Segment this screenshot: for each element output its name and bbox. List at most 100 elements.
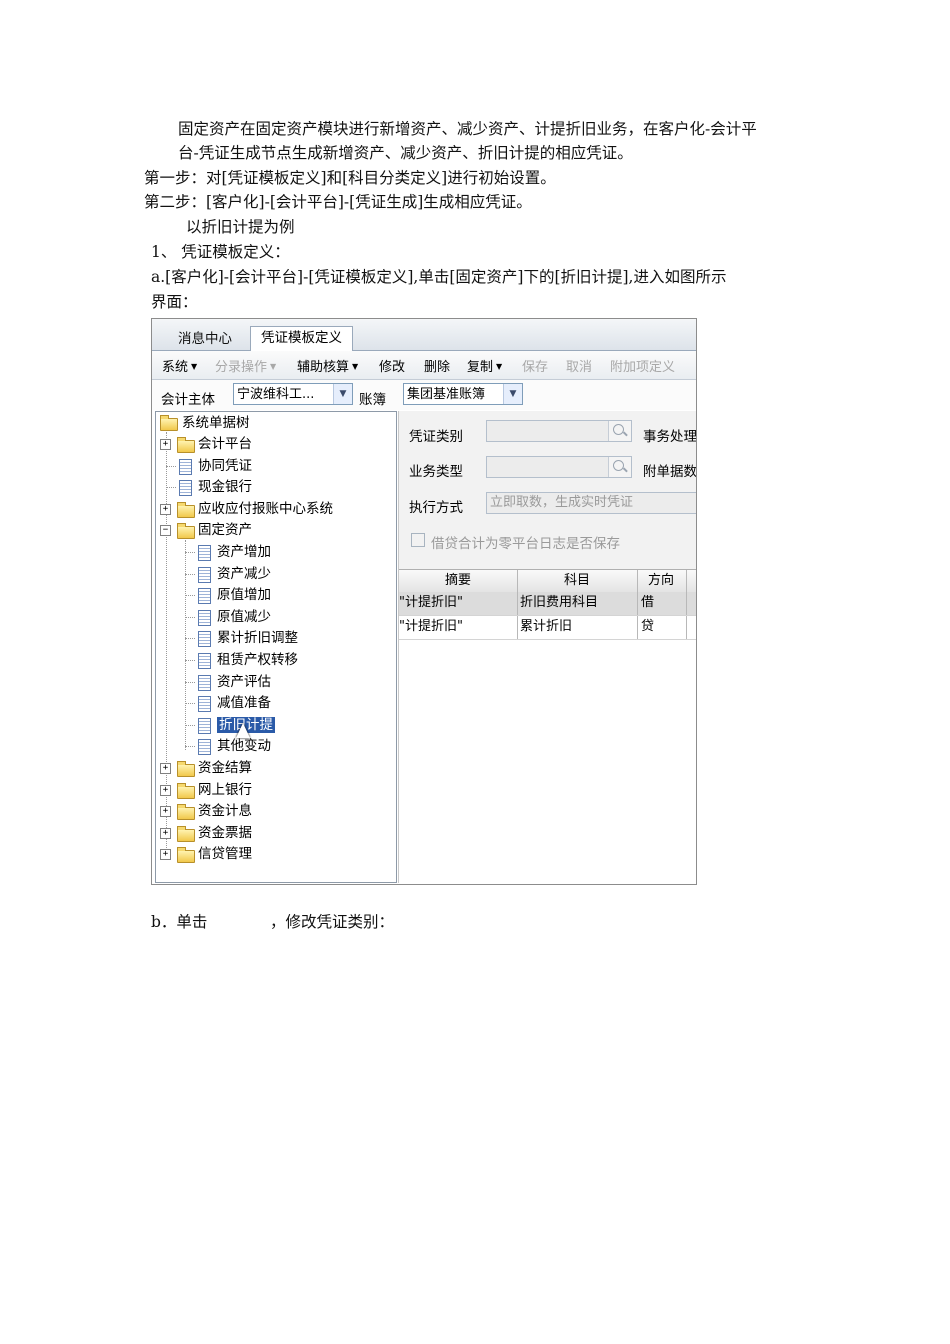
document-tree[interactable]: 系统单据树 + 会计平台 协同凭证 现金银行 + 应收应付报账中心系统 − 固定资产 资产增加资… xyxy=(155,411,397,883)
tree-node[interactable]: 原值减少 xyxy=(156,607,271,627)
book-value: 集团基准账簿 xyxy=(407,387,486,402)
tree-node[interactable]: + 资金计息 xyxy=(156,801,252,821)
chevron-down-icon: ▼ xyxy=(496,362,503,371)
business-type-input[interactable] xyxy=(486,456,632,478)
tree-node-label: 信贷管理 xyxy=(198,846,252,863)
search-icon[interactable] xyxy=(608,421,631,441)
delete-button[interactable]: 删除 xyxy=(424,356,450,375)
save-button[interactable]: 保存 xyxy=(522,356,548,375)
tree-node-label: 会计平台 xyxy=(198,436,252,452)
exec-mode-select[interactable]: 立即取数，生成实时凭证 xyxy=(486,492,696,514)
step-2: 第二步：[客户化]-[会计平台]-[凭证生成]生成相应凭证。 xyxy=(144,193,532,211)
entity-select[interactable]: 宁波维科工... ▼ xyxy=(233,383,353,405)
tree-node[interactable]: 原值增加 xyxy=(156,585,271,605)
folder-icon xyxy=(177,761,195,777)
tree-node[interactable]: 资产减少 xyxy=(156,564,271,584)
expand-icon[interactable]: + xyxy=(160,806,171,818)
tree-node[interactable]: 协同凭证 xyxy=(156,456,252,476)
tree-node[interactable]: 资产评估 xyxy=(156,672,271,692)
log-save-checkbox[interactable] xyxy=(411,533,425,547)
column-header[interactable]: 科目 xyxy=(518,570,636,592)
search-icon[interactable] xyxy=(608,457,631,477)
tree-node[interactable]: 折旧计提 xyxy=(156,715,275,738)
tree-node[interactable]: 租赁产权转移 xyxy=(156,650,298,670)
tree-node[interactable]: 其他变动 xyxy=(156,736,271,756)
row-direction: 借 xyxy=(641,595,655,610)
step-a-line-1: a.[客户化]-[会计平台]-[凭证模板定义],单击[固定资产]下的[折旧计提]… xyxy=(151,268,727,286)
auxiliary-accounting-menu[interactable]: 辅助核算 ▼ xyxy=(297,356,358,375)
tab-message-center[interactable]: 消息中心 xyxy=(168,328,242,350)
business-process-label: 事务处理 xyxy=(643,429,697,445)
tree-node-label: 其他变动 xyxy=(217,738,271,755)
document-icon xyxy=(198,631,211,648)
book-label: 账簿 xyxy=(359,392,386,408)
tree-node[interactable]: − 固定资产 xyxy=(156,520,252,540)
expand-icon[interactable]: + xyxy=(160,827,171,839)
modify-button[interactable]: 修改 xyxy=(379,356,405,375)
toolbar: 系统 ▼ 分录操作 ▼ 辅助核算 ▼ 修改 删除 复制 ▼ 保存 取消 附加项定义 xyxy=(152,351,696,380)
expand-icon[interactable]: + xyxy=(160,439,171,450)
folder-icon xyxy=(177,847,195,864)
document-icon xyxy=(198,696,211,713)
tree-node[interactable]: 累计折旧调整 xyxy=(156,628,298,648)
tree-node-label: 减值准备 xyxy=(217,695,271,712)
expand-icon[interactable]: + xyxy=(160,784,171,796)
book-select[interactable]: 集团基准账簿 ▼ xyxy=(403,383,523,405)
tab-voucher-template[interactable]: 凭证模板定义 xyxy=(250,326,353,351)
row-account: 累计折旧 xyxy=(520,619,573,634)
voucher-type-label: 凭证类别 xyxy=(409,429,463,445)
tree-node-label: 固定资产 xyxy=(198,522,252,539)
tree-node[interactable]: + 资金结算 xyxy=(156,758,252,778)
tree-node[interactable]: + 信贷管理 xyxy=(156,844,252,864)
entity-label: 会计主体 xyxy=(161,392,215,408)
tree-node[interactable]: 减值准备 xyxy=(156,693,271,713)
tree-node[interactable]: + 会计平台 xyxy=(156,434,252,454)
expand-icon[interactable]: + xyxy=(160,503,171,515)
tree-root-label: 系统单据树 xyxy=(182,415,250,431)
tree-node[interactable]: 现金银行 xyxy=(156,477,252,497)
expand-icon[interactable]: + xyxy=(160,849,171,861)
column-header[interactable]: 摘要 xyxy=(399,570,517,592)
additional-item-definition-button[interactable]: 附加项定义 xyxy=(610,356,675,375)
chevron-down-icon[interactable]: ▼ xyxy=(333,384,352,404)
step-1: 第一步：对[凭证模板定义]和[科目分类定义]进行初始设置。 xyxy=(144,169,556,187)
tree-node-label: 协同凭证 xyxy=(198,457,252,474)
tree-node-label: 资产评估 xyxy=(217,673,271,690)
folder-icon xyxy=(177,804,195,821)
table-row[interactable]: "计提折旧" 累计折旧 贷 xyxy=(399,616,696,640)
document-icon xyxy=(198,653,211,669)
business-type-label: 业务类型 xyxy=(409,464,463,480)
tree-node-label: 累计折旧调整 xyxy=(217,630,298,647)
folder-icon xyxy=(177,501,195,518)
tree-node[interactable]: + 应收应付报账中心系统 xyxy=(156,499,333,519)
tree-node[interactable]: + 网上银行 xyxy=(156,780,252,800)
intro-line-1: 固定资产在固定资产模块进行新增资产、减少资产、计提折旧业务，在客户化-会计平 xyxy=(178,120,757,138)
section-1-heading: 1、 凭证模板定义： xyxy=(151,243,290,261)
entry-operation-menu[interactable]: 分录操作 ▼ xyxy=(215,356,276,375)
step-b-prefix: b．单击 xyxy=(151,913,208,931)
table-row[interactable]: "计提折旧" 折旧费用科目 借 xyxy=(399,592,696,616)
exec-mode-label: 执行方式 xyxy=(409,500,463,516)
system-menu[interactable]: 系统 ▼ xyxy=(162,356,197,375)
cancel-button[interactable]: 取消 xyxy=(566,356,592,375)
document-icon xyxy=(198,717,211,734)
collapse-icon[interactable]: − xyxy=(160,525,171,537)
folder-open-icon xyxy=(160,415,178,431)
row-direction: 贷 xyxy=(641,619,655,634)
tree-node[interactable]: + 资金票据 xyxy=(156,823,252,843)
expand-icon[interactable]: + xyxy=(160,763,171,774)
log-save-label: 借贷合计为零平台日志是否保存 xyxy=(431,536,620,552)
document-icon xyxy=(179,458,192,475)
voucher-entry-grid: 摘要 科目 方向 "计提折旧" 折旧费用科目 借 "计提折旧" 累计折旧 贷 xyxy=(399,569,696,883)
voucher-type-input[interactable] xyxy=(486,420,632,442)
tree-node-label: 原值增加 xyxy=(217,587,271,604)
copy-menu[interactable]: 复制 ▼ xyxy=(467,356,502,375)
tree-root[interactable]: 系统单据树 xyxy=(158,413,250,433)
tree-node-label: 网上银行 xyxy=(198,781,252,798)
template-detail-panel: 凭证类别 事务处理 业务类型 附单据数 执行方式 立即取数，生成实时凭证 借贷合… xyxy=(398,411,697,883)
chevron-down-icon[interactable]: ▼ xyxy=(503,384,522,404)
step-b-suffix: ，修改凭证类别： xyxy=(270,913,395,931)
tree-node[interactable]: 资产增加 xyxy=(156,542,271,562)
folder-icon xyxy=(177,825,195,842)
column-header[interactable]: 方向 xyxy=(638,570,684,592)
